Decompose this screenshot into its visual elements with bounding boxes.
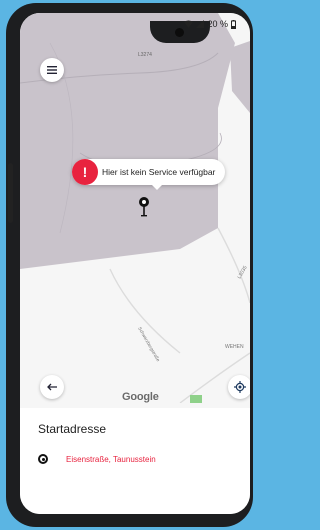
no-service-area bbox=[20, 13, 235, 269]
alert-icon: ! bbox=[72, 159, 98, 185]
start-address-row[interactable]: Eisenstraße, Taunusstein bbox=[38, 454, 156, 464]
signal-icon bbox=[196, 20, 205, 28]
road-label: WEHEN bbox=[225, 344, 244, 350]
origin-dot-icon bbox=[38, 454, 48, 464]
bottom-sheet: Startadresse Eisenstraße, Taunusstein bbox=[20, 408, 250, 514]
side-button bbox=[8, 163, 13, 223]
start-address-value: Eisenstraße, Taunusstein bbox=[66, 454, 156, 464]
menu-button[interactable] bbox=[40, 58, 64, 82]
arrow-left-icon bbox=[47, 383, 57, 391]
no-service-message: Hier ist kein Service verfügbar bbox=[102, 167, 216, 177]
screen: 20 % L3274 L3035 Schwarzbergstraße WEHEN bbox=[20, 13, 250, 514]
sheet-title: Startadresse bbox=[38, 422, 107, 436]
no-service-tooltip: ! Hier ist kein Service verfügbar bbox=[72, 159, 226, 190]
wifi-icon bbox=[184, 20, 194, 28]
location-pin-icon[interactable] bbox=[138, 196, 150, 218]
back-button[interactable] bbox=[40, 375, 64, 399]
status-bar: 20 % bbox=[184, 19, 236, 29]
road-label: L3274 bbox=[138, 52, 152, 58]
camera-icon bbox=[175, 28, 184, 37]
google-attribution: Google bbox=[122, 391, 159, 403]
park-area bbox=[190, 395, 202, 403]
locate-me-button[interactable] bbox=[228, 375, 250, 399]
battery-icon bbox=[231, 19, 236, 29]
battery-label: 20 % bbox=[207, 19, 228, 29]
my-location-icon bbox=[234, 381, 246, 393]
menu-icon bbox=[47, 66, 57, 74]
phone-frame: 20 % L3274 L3035 Schwarzbergstraße WEHEN bbox=[6, 3, 253, 527]
